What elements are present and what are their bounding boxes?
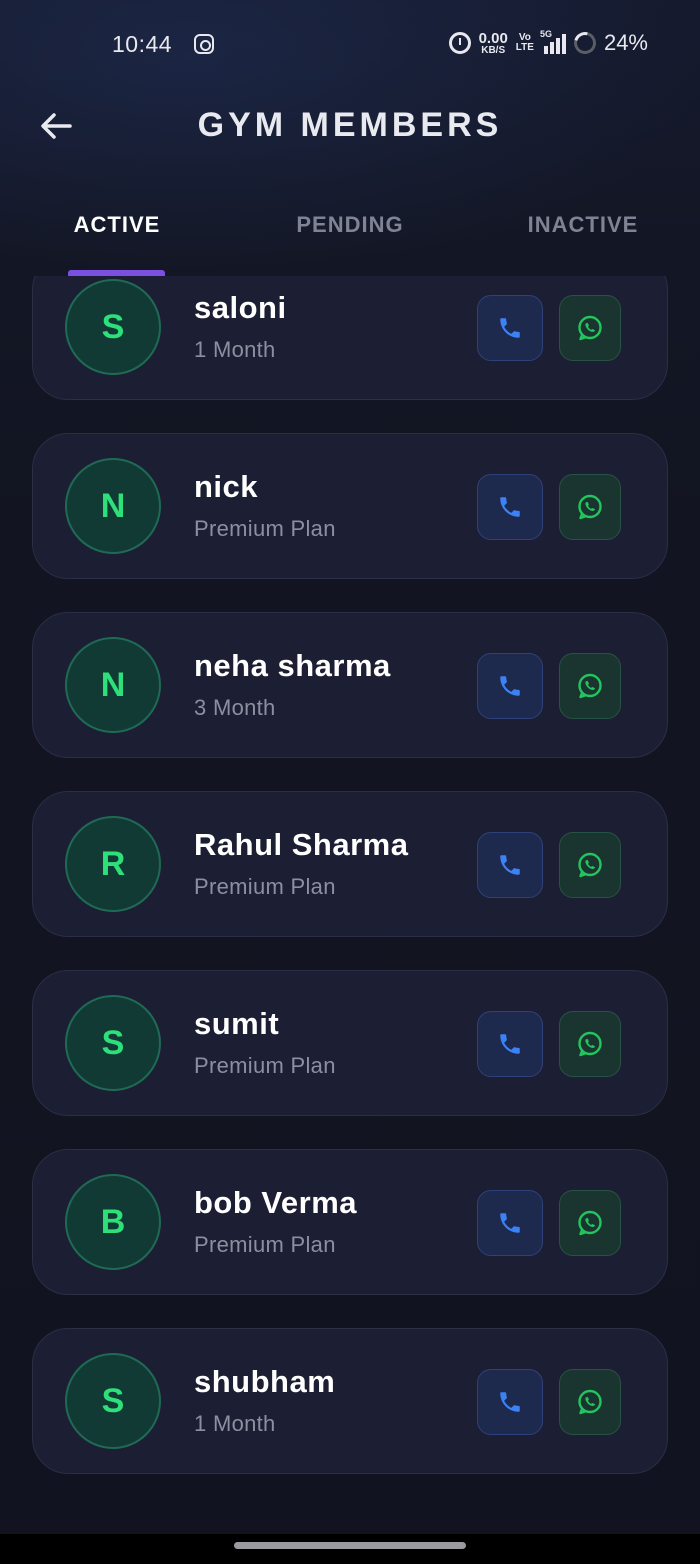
member-name: saloni (194, 290, 287, 325)
member-name: Rahul Sharma (194, 827, 409, 862)
status-right: 0.00 KB/S Vo LTE 5G 24% (448, 27, 648, 59)
member-card[interactable]: S saloni 1 Month (32, 276, 668, 400)
network-type: 5G (539, 29, 552, 39)
volte-indicator: Vo LTE (516, 33, 534, 53)
whatsapp-button[interactable] (559, 474, 621, 540)
phone-icon (497, 1389, 523, 1415)
member-card[interactable]: S shubham 1 Month (32, 1328, 668, 1474)
home-indicator[interactable] (234, 1542, 466, 1549)
signal-icon: 5G (539, 29, 566, 54)
phone-icon (497, 1031, 523, 1057)
member-name: sumit (194, 1006, 280, 1041)
avatar: N (65, 637, 161, 733)
avatar: R (65, 816, 161, 912)
tab-bar: ACTIVE PENDING INACTIVE (0, 200, 700, 276)
whatsapp-icon (576, 851, 604, 879)
system-nav-bar (0, 1534, 700, 1564)
member-card[interactable]: N neha sharma 3 Month (32, 612, 668, 758)
phone-icon (497, 315, 523, 341)
member-name: shubham (194, 1364, 336, 1399)
net-speed-value: 0.00 (478, 29, 508, 47)
member-plan: 1 Month (194, 337, 276, 362)
member-card[interactable]: R Rahul Sharma Premium Plan (32, 791, 668, 937)
member-card[interactable]: N nick Premium Plan (32, 433, 668, 579)
whatsapp-button[interactable] (559, 653, 621, 719)
page-title: GYM MEMBERS (197, 106, 503, 144)
whatsapp-button[interactable] (559, 295, 621, 361)
member-card[interactable]: B bob Verma Premium Plan (32, 1149, 668, 1295)
whatsapp-icon (576, 1030, 604, 1058)
tab-active[interactable]: ACTIVE (52, 212, 182, 238)
member-list[interactable]: S saloni 1 Month N nick Premium Plan N n… (0, 276, 700, 1526)
avatar: S (65, 995, 161, 1091)
screen: 10:44 0.00 KB/S Vo LTE 5G 24% GYM MEMBER… (0, 0, 700, 1564)
status-bar: 10:44 0.00 KB/S Vo LTE 5G 24% (0, 0, 700, 90)
battery-icon (569, 27, 600, 59)
whatsapp-button[interactable] (559, 1190, 621, 1256)
call-button[interactable] (477, 1190, 543, 1256)
avatar: B (65, 1174, 161, 1270)
tab-pending[interactable]: PENDING (285, 212, 415, 238)
avatar: S (65, 279, 161, 375)
whatsapp-button[interactable] (559, 832, 621, 898)
instagram-icon (194, 34, 214, 54)
member-card[interactable]: S sumit Premium Plan (32, 970, 668, 1116)
member-name: nick (194, 469, 259, 504)
net-speed: 0.00 KB/S (479, 31, 508, 56)
whatsapp-icon (576, 493, 604, 521)
member-plan: Premium Plan (194, 874, 336, 899)
call-button[interactable] (477, 1011, 543, 1077)
phone-icon (497, 673, 523, 699)
whatsapp-icon (576, 314, 604, 342)
member-plan: Premium Plan (194, 516, 336, 541)
member-plan: Premium Plan (194, 1232, 336, 1257)
whatsapp-icon (576, 1209, 604, 1237)
battery-percent: 24% (603, 30, 648, 55)
call-button[interactable] (477, 474, 543, 540)
avatar: S (65, 1353, 161, 1449)
whatsapp-icon (576, 1388, 604, 1416)
avatar: N (65, 458, 161, 554)
phone-icon (497, 852, 523, 878)
call-button[interactable] (477, 653, 543, 719)
member-name: neha sharma (194, 648, 391, 683)
volte-bottom: LTE (515, 42, 534, 53)
call-button[interactable] (477, 832, 543, 898)
whatsapp-button[interactable] (559, 1369, 621, 1435)
call-button[interactable] (477, 1369, 543, 1435)
tab-inactive[interactable]: INACTIVE (518, 212, 648, 238)
phone-icon (497, 494, 523, 520)
member-name: bob Verma (194, 1185, 357, 1220)
whatsapp-button[interactable] (559, 1011, 621, 1077)
status-time: 10:44 (112, 31, 173, 57)
call-button[interactable] (477, 295, 543, 361)
net-speed-unit: KB/S (481, 44, 506, 56)
alarm-icon (448, 32, 471, 54)
member-plan: 1 Month (194, 1411, 276, 1436)
member-plan: 3 Month (194, 695, 276, 720)
phone-icon (497, 1210, 523, 1236)
member-plan: Premium Plan (194, 1053, 336, 1078)
whatsapp-icon (576, 672, 604, 700)
